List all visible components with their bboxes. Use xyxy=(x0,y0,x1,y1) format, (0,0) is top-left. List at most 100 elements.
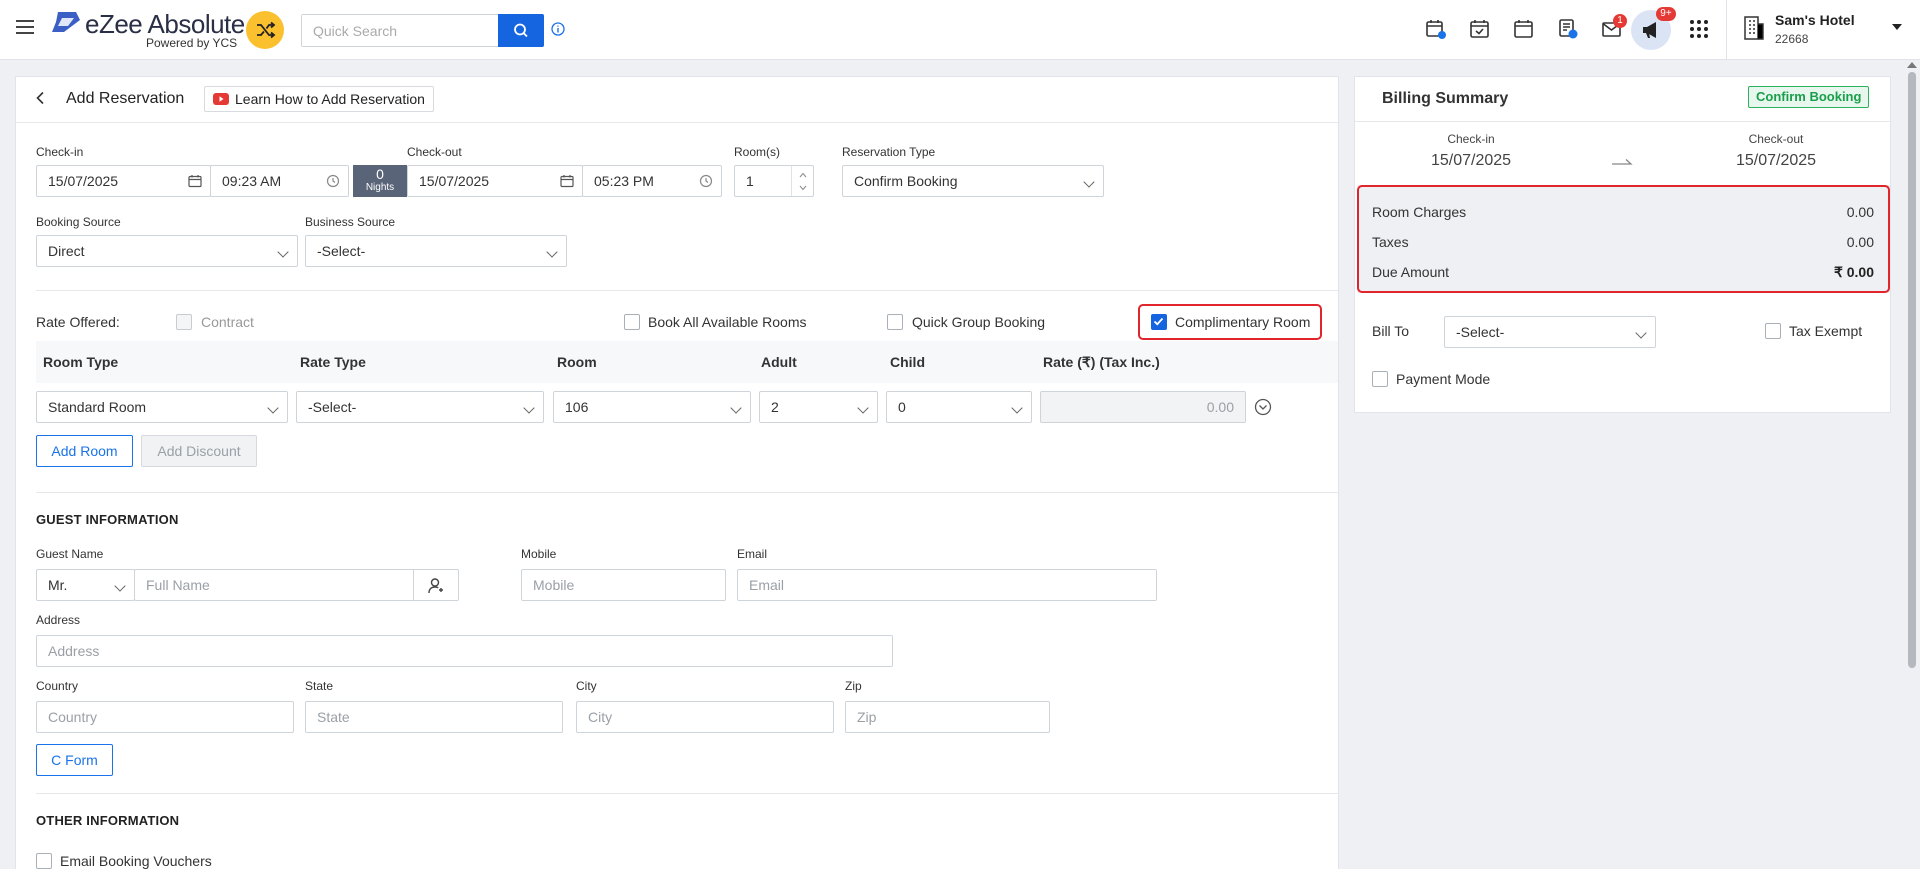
youtube-icon xyxy=(213,93,229,105)
billing-summary-panel: Billing Summary Confirm Booking Check-in… xyxy=(1354,76,1892,413)
stepper-buttons[interactable] xyxy=(791,166,813,196)
checkin-time-value: 09:23 AM xyxy=(222,173,282,189)
checkout-label: Check-out xyxy=(407,145,462,159)
chevron-up-icon[interactable] xyxy=(799,172,807,178)
calendar-check-icon[interactable] xyxy=(1469,18,1491,40)
book-all-rooms-checkbox[interactable] xyxy=(624,314,640,330)
invoice-icon[interactable] xyxy=(1557,18,1579,40)
calendar-icon[interactable] xyxy=(1513,18,1535,40)
quick-group-booking-checkbox[interactable] xyxy=(887,314,903,330)
reservation-type-select[interactable]: Confirm Booking xyxy=(842,165,1104,197)
menu-icon[interactable] xyxy=(16,20,34,34)
billing-checkout-label: Check-out xyxy=(1748,132,1804,146)
email-input[interactable]: Email xyxy=(737,569,1157,601)
col-rate: Rate (₹) (Tax Inc.) xyxy=(1043,354,1160,370)
col-rate-type: Rate Type xyxy=(300,354,366,370)
room-type-select[interactable]: Standard Room xyxy=(36,391,288,423)
contract-checkbox[interactable] xyxy=(176,314,192,330)
info-icon[interactable] xyxy=(551,22,565,36)
help-video-link[interactable]: Learn How to Add Reservation xyxy=(204,86,434,112)
rooms-label: Room(s) xyxy=(734,145,781,159)
room-number-value: 106 xyxy=(565,399,589,415)
checkin-date-field[interactable]: 15/07/2025 xyxy=(36,165,211,197)
guest-name-label: Guest Name xyxy=(36,547,104,561)
search-button[interactable] xyxy=(498,14,544,47)
scroll-up-arrow[interactable] xyxy=(1907,62,1917,68)
email-vouchers-label: Email Booking Vouchers xyxy=(60,853,212,869)
tax-exempt-checkbox[interactable] xyxy=(1765,323,1781,339)
room-number-select[interactable]: 106 xyxy=(553,391,751,423)
country-input[interactable]: Country xyxy=(36,701,294,733)
zip-label: Zip xyxy=(845,679,862,693)
mobile-input[interactable]: Mobile xyxy=(521,569,726,601)
caret-down-icon[interactable] xyxy=(1891,23,1903,31)
bill-to-value: -Select- xyxy=(1456,324,1505,340)
email-vouchers-checkbox[interactable] xyxy=(36,853,52,869)
state-label: State xyxy=(305,679,334,693)
chevron-down-icon xyxy=(1011,402,1023,414)
status-badge: Confirm Booking xyxy=(1748,86,1870,108)
checkin-time-field[interactable]: 09:23 AM xyxy=(210,165,349,197)
guest-lookup-button[interactable] xyxy=(413,569,459,601)
city-label: City xyxy=(576,679,597,693)
rooms-value: 1 xyxy=(746,173,754,189)
shuffle-icon[interactable] xyxy=(246,11,284,49)
back-arrow-icon[interactable] xyxy=(35,91,47,105)
app-logo[interactable]: eZee Absolute Powered by YCS xyxy=(50,6,290,54)
full-name-input[interactable]: Full Name xyxy=(134,569,415,601)
complimentary-room-label: Complimentary Room xyxy=(1175,314,1311,330)
divider xyxy=(16,122,1340,123)
rate-value: 0.00 xyxy=(1206,399,1234,415)
complimentary-room-checkbox[interactable] xyxy=(1151,314,1167,330)
payment-mode-checkbox[interactable] xyxy=(1372,371,1388,387)
child-value: 0 xyxy=(898,399,906,415)
calendar-add-icon[interactable] xyxy=(1425,18,1447,40)
city-input[interactable]: City xyxy=(576,701,834,733)
booking-source-label: Booking Source xyxy=(36,215,121,229)
search-input[interactable] xyxy=(302,15,498,46)
billing-summary-title: Billing Summary xyxy=(1382,90,1509,107)
payment-mode-label: Payment Mode xyxy=(1396,371,1491,387)
state-input[interactable]: State xyxy=(305,701,563,733)
chevron-down-icon xyxy=(1083,176,1095,188)
c-form-button[interactable]: C Form xyxy=(36,744,113,776)
chevron-down-icon[interactable] xyxy=(799,185,807,191)
logo-mark-icon xyxy=(52,12,80,32)
chevron-down-icon xyxy=(730,402,742,414)
clock-icon xyxy=(326,174,340,188)
add-room-button[interactable]: Add Room xyxy=(36,435,133,467)
add-discount-button[interactable]: Add Discount xyxy=(141,435,257,467)
guest-information-heading: GUEST INFORMATION xyxy=(36,512,179,527)
quick-search xyxy=(301,14,544,47)
page-title: Add Reservation xyxy=(66,90,185,107)
checkout-date-field[interactable]: 15/07/2025 xyxy=(407,165,583,197)
salutation-value: Mr. xyxy=(48,577,68,593)
bill-to-select[interactable]: -Select- xyxy=(1444,316,1656,348)
checkout-time-field[interactable]: 05:23 PM xyxy=(582,165,722,197)
business-source-select[interactable]: -Select- xyxy=(305,235,567,267)
due-amount-label: Due Amount xyxy=(1372,264,1450,280)
zip-input[interactable]: Zip xyxy=(845,701,1050,733)
hotel-id: 22668 xyxy=(1775,32,1809,46)
nights-box: 0 Nights xyxy=(353,165,407,197)
apps-grid-icon[interactable] xyxy=(1689,19,1709,39)
rooms-stepper[interactable]: 1 xyxy=(734,165,814,197)
app-tagline: Powered by YCS xyxy=(146,36,238,50)
salutation-select[interactable]: Mr. xyxy=(36,569,135,601)
tax-exempt-label: Tax Exempt xyxy=(1789,323,1863,339)
address-input[interactable]: Address xyxy=(36,635,893,667)
rate-type-select[interactable]: -Select- xyxy=(296,391,544,423)
child-select[interactable]: 0 xyxy=(886,391,1032,423)
billing-checkout-date: 15/07/2025 xyxy=(1735,152,1817,169)
expand-circle-icon[interactable] xyxy=(1254,398,1272,416)
business-source-label: Business Source xyxy=(305,215,396,229)
booking-source-select[interactable]: Direct xyxy=(36,235,298,267)
adult-select[interactable]: 2 xyxy=(759,391,878,423)
announcement-badge: 9+ xyxy=(1656,7,1676,21)
scrollbar[interactable] xyxy=(1908,72,1916,668)
hotel-name[interactable]: Sam's Hotel xyxy=(1775,12,1855,28)
clock-icon xyxy=(699,174,713,188)
chevron-down-icon xyxy=(267,402,279,414)
chevron-down-icon xyxy=(1635,327,1647,339)
col-adult: Adult xyxy=(761,354,797,370)
